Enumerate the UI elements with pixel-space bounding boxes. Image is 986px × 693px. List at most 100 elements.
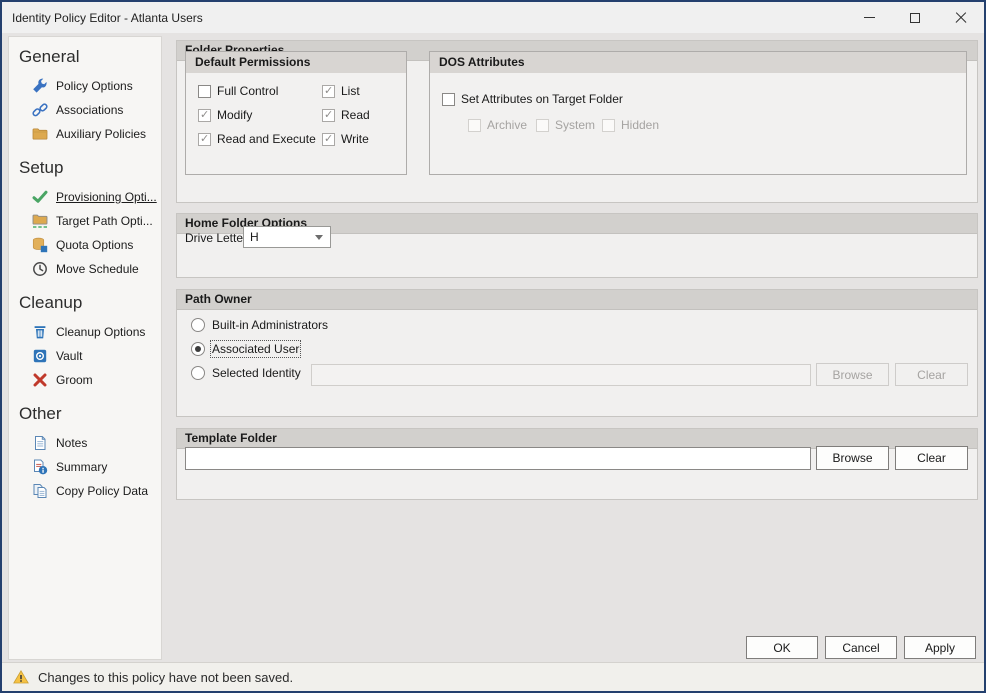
radio-label: Built-in Administrators <box>212 318 328 332</box>
checkbox-modify[interactable]: Modify <box>198 108 252 122</box>
drive-letter-value: H <box>250 230 259 244</box>
sidebar-item-policy-options[interactable]: Policy Options <box>9 74 161 98</box>
copy-icon <box>32 483 48 499</box>
window-controls <box>846 2 984 33</box>
sidebar-item-move-schedule[interactable]: Move Schedule <box>9 257 161 281</box>
chevron-down-icon <box>315 235 323 240</box>
sidebar-item-label: Auxiliary Policies <box>56 127 146 141</box>
sidebar-item-auxiliary-policies[interactable]: Auxiliary Policies <box>9 122 161 146</box>
radio-associated-user[interactable]: Associated User <box>191 342 299 356</box>
sidebar-section-setup: Setup <box>19 158 161 178</box>
close-icon <box>955 12 967 24</box>
cancel-button[interactable]: Cancel <box>825 636 897 659</box>
checkbox-system: System <box>536 118 595 132</box>
checkbox-label: Read and Execute <box>217 132 316 146</box>
sidebar-item-associations[interactable]: Associations <box>9 98 161 122</box>
radio-selected-identity[interactable]: Selected Identity <box>191 366 301 380</box>
apply-button[interactable]: Apply <box>904 636 976 659</box>
checkbox-hidden: Hidden <box>602 118 659 132</box>
checkbox-archive: Archive <box>468 118 527 132</box>
sidebar-item-groom[interactable]: Groom <box>9 368 161 392</box>
maximize-button[interactable] <box>892 2 938 33</box>
selected-identity-input <box>311 364 811 386</box>
sidebar-item-label: Copy Policy Data <box>56 484 148 498</box>
clock-icon <box>32 261 48 277</box>
path-owner-panel: Path Owner Built-in Administrators Assoc… <box>176 289 978 417</box>
warning-icon <box>13 669 29 685</box>
sidebar-item-label: Summary <box>56 460 107 474</box>
sidebar-item-label: Policy Options <box>56 79 133 93</box>
sidebar-item-label: Quota Options <box>56 238 133 252</box>
trash-icon <box>32 324 48 340</box>
sidebar-item-label: Associations <box>56 103 123 117</box>
sidebar-section-general: General <box>19 47 161 67</box>
home-folder-options-panel: Home Folder Options Drive Letter H <box>176 213 978 278</box>
sidebar-item-label: Vault <box>56 349 82 363</box>
checkbox-box <box>602 119 615 132</box>
path-owner-browse-button: Browse <box>816 363 889 386</box>
checkbox-read-and-execute[interactable]: Read and Execute <box>198 132 316 146</box>
window-title: Identity Policy Editor - Atlanta Users <box>2 11 203 25</box>
default-permissions-group: Default Permissions Full Control Modify … <box>185 51 407 175</box>
sidebar-section-other: Other <box>19 404 161 424</box>
checkbox-box <box>322 85 335 98</box>
sidebar-item-provisioning-options[interactable]: Provisioning Opti... <box>9 185 161 209</box>
checkbox-label: Full Control <box>217 84 278 98</box>
template-folder-input[interactable] <box>185 447 811 470</box>
radio-circle <box>191 318 205 332</box>
sidebar-item-cleanup-options[interactable]: Cleanup Options <box>9 320 161 344</box>
close-button[interactable] <box>938 2 984 33</box>
checkbox-box <box>468 119 481 132</box>
sidebar-section-cleanup: Cleanup <box>19 293 161 313</box>
checkbox-box <box>198 85 211 98</box>
radio-built-in-administrators[interactable]: Built-in Administrators <box>191 318 328 332</box>
template-folder-browse-button[interactable]: Browse <box>816 446 889 470</box>
default-permissions-header: Default Permissions <box>186 52 406 73</box>
checkbox-label: Archive <box>487 118 527 132</box>
checkbox-label: Hidden <box>621 118 659 132</box>
drive-letter-select[interactable]: H <box>243 226 331 248</box>
checkbox-box <box>442 93 455 106</box>
radio-label: Selected Identity <box>212 366 301 380</box>
sidebar-item-target-path-options[interactable]: Target Path Opti... <box>9 209 161 233</box>
green-check-icon <box>32 189 48 205</box>
folder-target-icon <box>32 213 48 229</box>
checkbox-set-attributes-on-target-folder[interactable]: Set Attributes on Target Folder <box>442 92 623 106</box>
template-folder-clear-button[interactable]: Clear <box>895 446 968 470</box>
checkbox-label: Write <box>341 132 369 146</box>
checkbox-write[interactable]: Write <box>322 132 369 146</box>
vault-icon <box>32 348 48 364</box>
sidebar-item-label: Notes <box>56 436 87 450</box>
maximize-icon <box>910 13 920 23</box>
sidebar-item-notes[interactable]: Notes <box>9 431 161 455</box>
title-bar: Identity Policy Editor - Atlanta Users <box>2 2 984 33</box>
checkbox-read[interactable]: Read <box>322 108 370 122</box>
sidebar-item-label: Cleanup Options <box>56 325 145 339</box>
sidebar-item-label: Groom <box>56 373 93 387</box>
checkbox-box <box>198 133 211 146</box>
sidebar-item-quota-options[interactable]: Quota Options <box>9 233 161 257</box>
drive-letter-label: Drive Letter <box>185 231 247 245</box>
checkbox-box <box>322 109 335 122</box>
checkbox-list[interactable]: List <box>322 84 360 98</box>
dos-attributes-header: DOS Attributes <box>430 52 966 73</box>
link-icon <box>32 102 48 118</box>
summary-info-icon <box>32 459 48 475</box>
wrench-icon <box>32 78 48 94</box>
sidebar-item-vault[interactable]: Vault <box>9 344 161 368</box>
sidebar-item-label: Move Schedule <box>56 262 139 276</box>
minimize-button[interactable] <box>846 2 892 33</box>
sidebar-item-label: Provisioning Opti... <box>56 190 157 204</box>
checkbox-label: Read <box>341 108 370 122</box>
dos-attributes-group: DOS Attributes Set Attributes on Target … <box>429 51 967 175</box>
checkbox-label: Modify <box>217 108 252 122</box>
quota-cylinder-icon <box>32 237 48 253</box>
status-message: Changes to this policy have not been sav… <box>38 670 293 685</box>
sidebar-item-summary[interactable]: Summary <box>9 455 161 479</box>
folder-icon <box>32 126 48 142</box>
checkbox-full-control[interactable]: Full Control <box>198 84 278 98</box>
checkbox-label: System <box>555 118 595 132</box>
sidebar-item-copy-policy-data[interactable]: Copy Policy Data <box>9 479 161 503</box>
ok-button[interactable]: OK <box>746 636 818 659</box>
checkbox-label: List <box>341 84 360 98</box>
